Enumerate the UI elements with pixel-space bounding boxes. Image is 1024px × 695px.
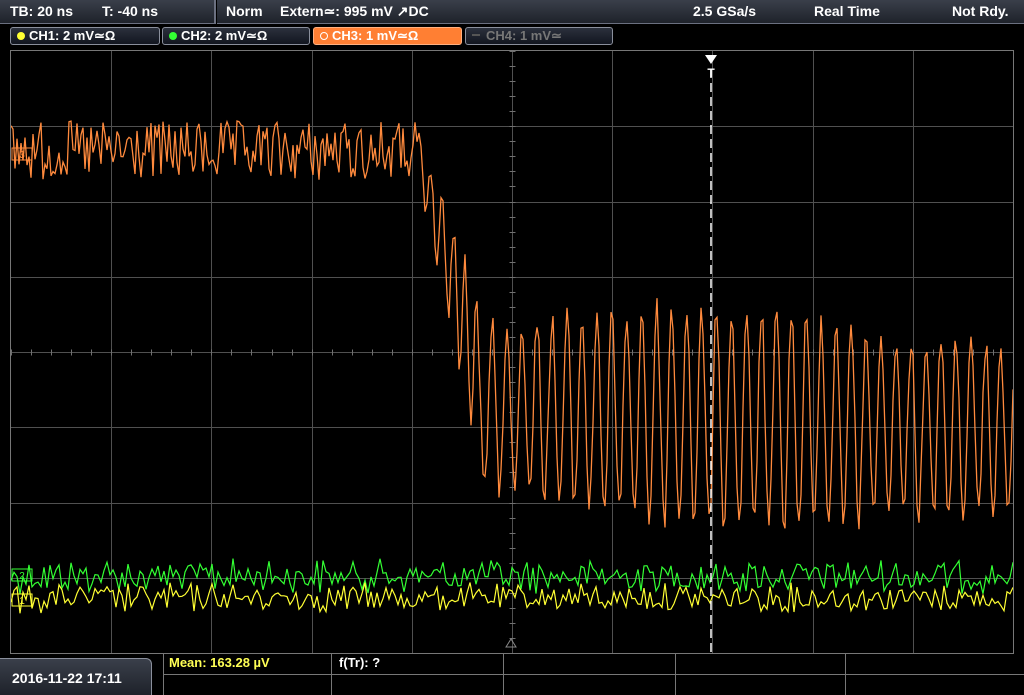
ch3-marker-label: 3 — [19, 150, 25, 161]
ch3-color-icon — [320, 32, 328, 40]
measurement-fall-time[interactable]: f(Tr): ? — [339, 655, 380, 670]
trigger-source-label[interactable]: Extern≃: 995 mV ↗DC — [280, 3, 429, 20]
ch4-off-icon — [472, 34, 480, 36]
channel-tab-ch4[interactable]: CH4: 1 mV≃ — [465, 27, 613, 45]
measurement-table — [163, 654, 1024, 695]
sample-rate-label: 2.5 GSa/s — [693, 3, 757, 19]
waveform-canvas[interactable]: T 3 2 1 — [11, 51, 1013, 653]
ch1-color-icon — [17, 32, 25, 40]
datetime-label: 2016-11-22 17:11 — [12, 670, 122, 686]
channel-tab-ch1[interactable]: CH1: 2 mV≃Ω — [10, 27, 160, 45]
ch1-marker-label: 1 — [19, 596, 25, 607]
channel-tab-ch2[interactable]: CH2: 2 mV≃Ω — [162, 27, 310, 45]
ch3-label: CH3: 1 mV≃Ω — [332, 28, 419, 43]
measurement-mean[interactable]: Mean: 163.28 µV — [169, 655, 270, 670]
ch1-label: CH1: 2 mV≃Ω — [29, 28, 116, 43]
timebase-label[interactable]: TB: 20 ns — [10, 3, 73, 19]
ch2-marker-label: 2 — [19, 571, 25, 582]
waveform-display[interactable]: T 3 2 1 — [10, 50, 1014, 654]
status-bar: TB: 20 ns T: -40 ns Norm Extern≃: 995 mV… — [0, 0, 1024, 25]
trigger-position-label[interactable]: T: -40 ns — [102, 3, 158, 19]
channel-tab-ch3[interactable]: CH3: 1 mV≃Ω — [313, 27, 462, 45]
ch2-label: CH2: 2 mV≃Ω — [181, 28, 268, 43]
trigger-marker-label: T — [707, 66, 715, 80]
trigger-status-label: Not Rdy. — [952, 3, 1009, 19]
trigger-arrow-icon[interactable] — [705, 55, 717, 64]
ch2-ground-marker[interactable]: 2 — [11, 568, 33, 582]
horizontal-position-icon[interactable] — [505, 638, 517, 648]
ch2-color-icon — [169, 32, 177, 40]
ch4-label: CH4: 1 mV≃ — [486, 28, 562, 43]
acquisition-mode-label[interactable]: Real Time — [814, 3, 880, 19]
trigger-mode-label[interactable]: Norm — [226, 3, 263, 19]
ch1-ground-marker[interactable]: 1 — [11, 593, 33, 607]
